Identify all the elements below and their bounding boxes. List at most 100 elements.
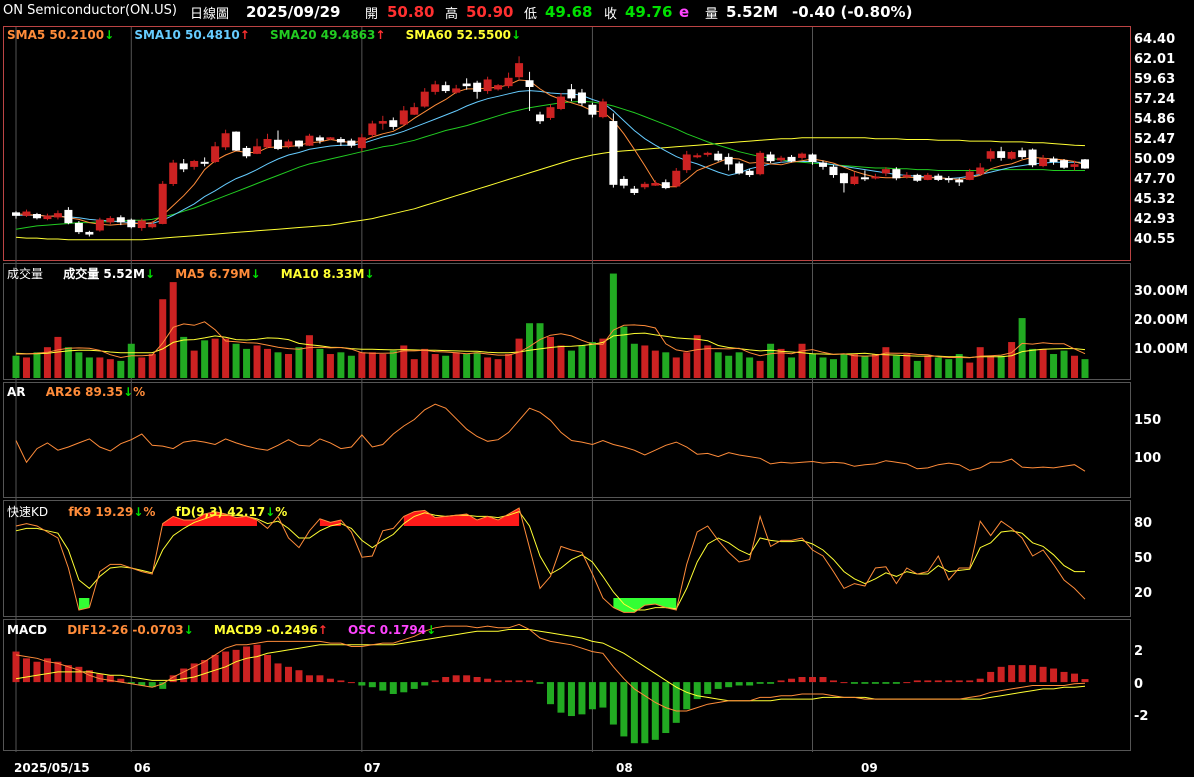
osc-bar bbox=[442, 677, 450, 683]
macd9-legend: MACD9 -0.2496↑ bbox=[213, 623, 328, 637]
candle-body bbox=[798, 153, 807, 158]
y-tick: 45.32 bbox=[1134, 192, 1176, 207]
candle-body bbox=[399, 110, 408, 125]
candle-body bbox=[274, 139, 283, 149]
candle-body bbox=[892, 169, 901, 179]
volume-bar bbox=[1029, 348, 1037, 378]
y-tick: 47.70 bbox=[1134, 172, 1176, 187]
volume-bar bbox=[494, 359, 502, 378]
volume-bar bbox=[138, 357, 146, 378]
volume-bar bbox=[746, 357, 754, 378]
volume-bar bbox=[452, 352, 460, 378]
volume-bar bbox=[1050, 354, 1058, 378]
osc-bar bbox=[33, 661, 41, 683]
volume-bar bbox=[169, 282, 177, 378]
volume-bar bbox=[274, 352, 282, 378]
candle-body bbox=[347, 140, 356, 146]
candle-body bbox=[598, 101, 607, 118]
volume-bar bbox=[127, 343, 135, 378]
kd-legend: 快速KD fK9 19.29↓% fD(9,3) 42.17↓% bbox=[7, 503, 303, 520]
volume-bar bbox=[767, 343, 775, 378]
y-tick: -2 bbox=[1134, 709, 1149, 724]
candle-body bbox=[902, 174, 911, 177]
osc-bar bbox=[505, 680, 513, 683]
osc-bar bbox=[641, 682, 649, 744]
candle-body bbox=[452, 88, 461, 93]
ar26-line bbox=[15, 403, 1086, 472]
osc-bar bbox=[536, 682, 544, 684]
volume-bar bbox=[1071, 355, 1079, 378]
volume-bar bbox=[662, 352, 670, 378]
osc-bar bbox=[683, 682, 691, 710]
volume-bar bbox=[201, 340, 209, 378]
volume-bar bbox=[683, 352, 691, 378]
volume-bar bbox=[347, 355, 355, 378]
osc-bar bbox=[756, 682, 764, 684]
osc-bar bbox=[599, 682, 607, 708]
sma60-line bbox=[15, 137, 1086, 241]
osc-bar bbox=[431, 680, 439, 683]
osc-bar bbox=[809, 677, 817, 683]
candle-body bbox=[357, 137, 366, 149]
volume-bar bbox=[840, 354, 848, 378]
candle-body bbox=[95, 219, 104, 231]
volume-legend: 成交量 成交量 5.52M↓ MA5 6.79M↓ MA10 8.33M↓ bbox=[7, 265, 390, 282]
volume-bar bbox=[305, 335, 313, 378]
osc-bar bbox=[620, 682, 628, 737]
osc-bar bbox=[588, 682, 596, 710]
candle-body bbox=[525, 80, 534, 87]
osc-bar bbox=[347, 682, 355, 684]
osc-bar bbox=[473, 677, 481, 683]
candle-body bbox=[53, 213, 62, 218]
osc-bar bbox=[1071, 673, 1079, 683]
volume-bar bbox=[253, 345, 261, 378]
candle-body bbox=[777, 157, 786, 161]
osc-bar bbox=[725, 682, 733, 688]
osc-bar bbox=[767, 682, 775, 684]
volume-bar bbox=[54, 336, 62, 378]
volume-bar bbox=[64, 347, 72, 378]
volume-bar bbox=[400, 345, 408, 378]
volume-bar bbox=[1060, 350, 1068, 378]
candle-body bbox=[756, 152, 765, 175]
volume-bar bbox=[442, 355, 450, 378]
volume-panel-title: 成交量 bbox=[7, 267, 44, 281]
volume-bar bbox=[903, 354, 911, 378]
osc-bar bbox=[882, 682, 890, 684]
volume-bar bbox=[567, 350, 575, 378]
candle-body bbox=[724, 156, 733, 165]
candle-body bbox=[787, 156, 796, 162]
candle-body bbox=[577, 92, 586, 104]
volume-bar bbox=[987, 355, 995, 378]
osc-bar bbox=[966, 680, 974, 683]
candle-body bbox=[871, 176, 880, 179]
y-tick: 62.01 bbox=[1134, 52, 1176, 67]
volume-bar bbox=[211, 338, 219, 378]
osc-bar bbox=[819, 677, 827, 683]
osc-bar bbox=[463, 675, 471, 683]
osc-bar bbox=[410, 682, 418, 689]
candle-body bbox=[693, 155, 702, 158]
y-tick: 59.63 bbox=[1134, 72, 1176, 87]
candle-body bbox=[735, 163, 744, 174]
candle-body bbox=[263, 138, 272, 148]
candle-body bbox=[431, 84, 440, 92]
volume-bar bbox=[966, 362, 974, 378]
osc-bar bbox=[358, 682, 366, 686]
candle-body bbox=[284, 141, 293, 147]
osc-bar bbox=[211, 654, 219, 683]
stock-chart-canvas[interactable] bbox=[0, 0, 1194, 777]
volume-bar bbox=[1081, 359, 1089, 378]
osc-bar bbox=[1050, 668, 1058, 683]
volume-bar bbox=[588, 342, 596, 378]
volume-bar bbox=[284, 354, 292, 378]
volume-value-legend: 成交量 5.52M↓ bbox=[63, 267, 155, 281]
y-tick: 100 bbox=[1134, 451, 1162, 466]
candle-body bbox=[515, 63, 524, 78]
candle-body bbox=[619, 178, 628, 186]
volume-bar bbox=[693, 335, 701, 378]
volume-bar bbox=[96, 357, 104, 378]
candle-body bbox=[389, 120, 398, 127]
y-tick: 0 bbox=[1134, 677, 1144, 692]
candle-body bbox=[609, 121, 618, 185]
